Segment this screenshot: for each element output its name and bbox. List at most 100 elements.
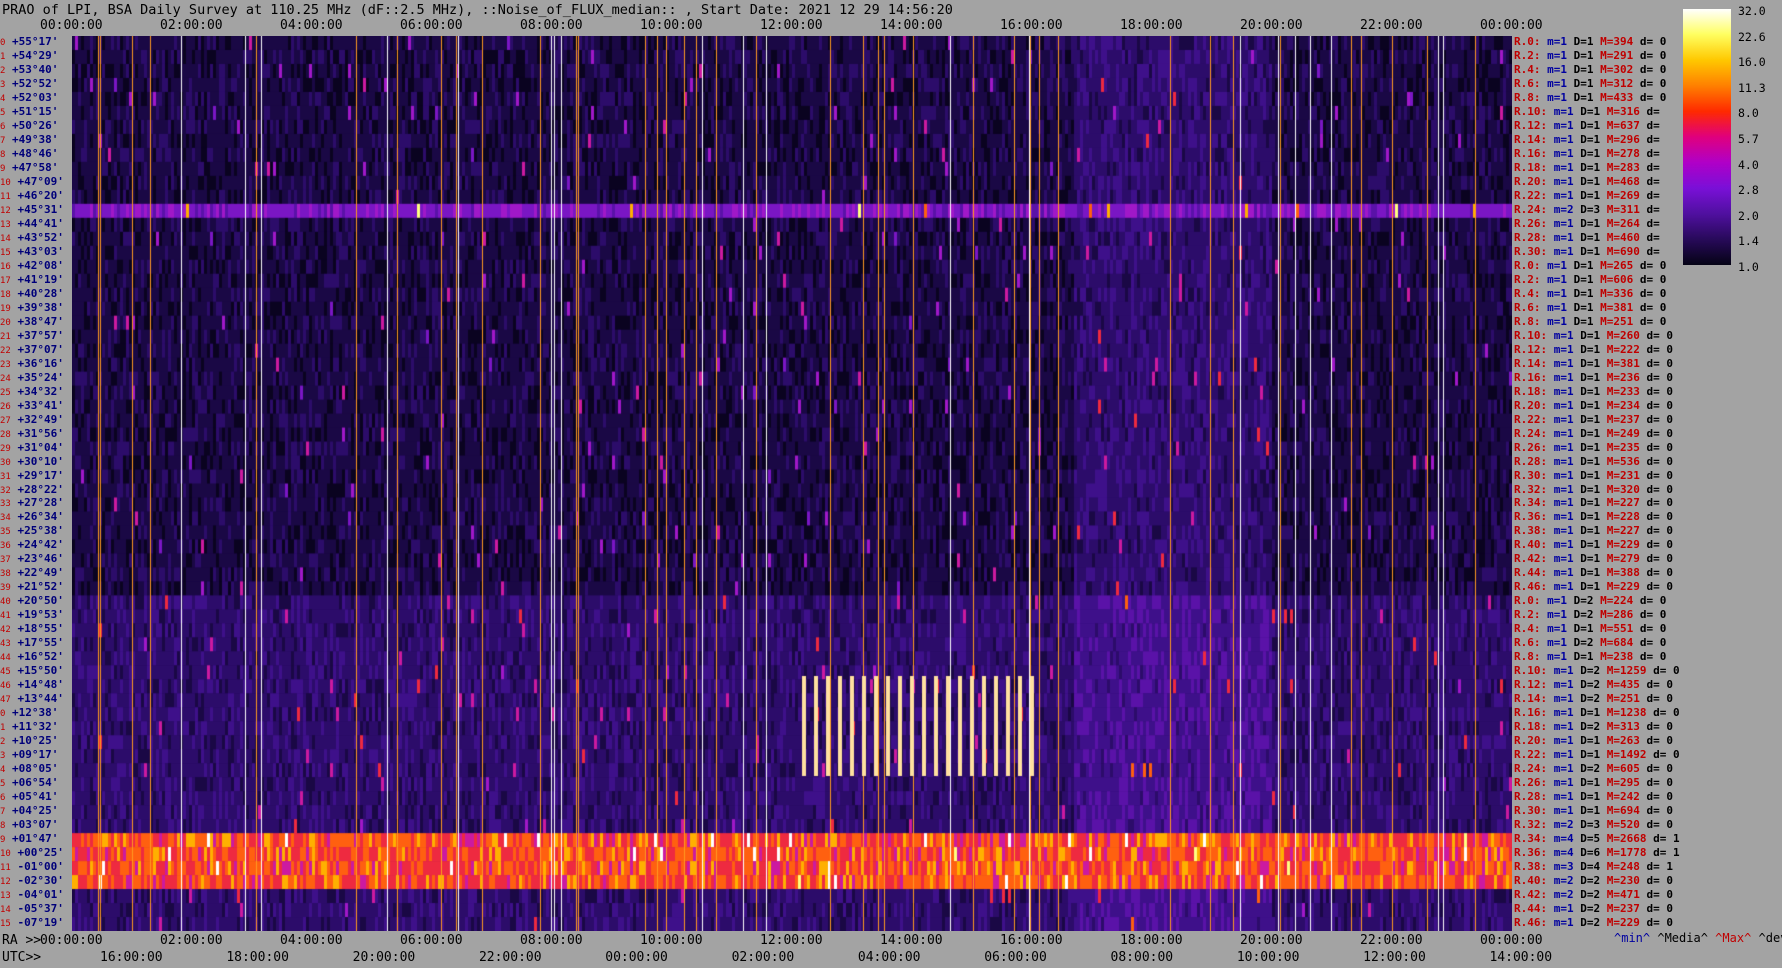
stats-max: M=302: [1593, 62, 1634, 76]
y-label-text: +45°31': [10, 202, 64, 216]
stats-dev: d= 0: [1639, 804, 1673, 818]
x-utc-tick-7: 06:00:00: [984, 950, 1047, 965]
x-ra-tick-10: 20:00:00: [1240, 933, 1303, 948]
y-label-text: +11°32': [5, 720, 59, 734]
stats-max: M=313: [1600, 720, 1640, 734]
stats-dev: d=: [1639, 244, 1660, 258]
x-ra-tick-6: 12:00:00: [760, 933, 823, 948]
y-label-25: 25 +34°32': [0, 385, 70, 399]
y-label-11: 11 +46°20': [0, 189, 70, 203]
stats-d-upper: D=2: [1573, 678, 1601, 692]
y-label-text: +37°07': [10, 342, 64, 356]
stats-min: m=1: [1540, 622, 1567, 636]
y-row-index: 10: [0, 849, 11, 860]
stats-min: m=1: [1547, 118, 1574, 132]
stats-dev: d= 0: [1633, 608, 1667, 622]
stats-dev: d= 1: [1646, 846, 1680, 860]
stats-min: m=1: [1547, 146, 1574, 160]
y-label-10: 10 +47°09': [0, 175, 70, 189]
y-label-15: 15 +43°03': [0, 245, 70, 259]
stats-row: R.46: m=1 D=2 M=229 d= 0: [1514, 916, 1673, 930]
stats-ra: R.30:: [1514, 804, 1548, 818]
stats-dev: d= 0: [1639, 818, 1673, 832]
stats-d-upper: D=1: [1567, 35, 1594, 48]
colorbar-tick-3: 11.3: [1738, 80, 1766, 95]
x-top-tick-10: 20:00:00: [1240, 18, 1303, 33]
stats-row: R.30: m=1 D=1 M=231 d= 0: [1514, 469, 1673, 483]
stats-row: R.38: m=3 D=4 M=248 d= 1: [1514, 860, 1673, 874]
y-label-19: 19 +39°38': [0, 301, 70, 315]
y-label-text: +55°17': [5, 35, 59, 48]
stats-dev: d= 0: [1639, 888, 1673, 902]
y-row-index: 39: [0, 583, 11, 594]
stats-ra: R.12:: [1514, 678, 1548, 692]
y-label-0: 0 +55°17': [0, 35, 70, 49]
y-label-text: +50°26': [5, 118, 59, 132]
stats-row: R.4: m=1 D=1 M=551 d= 0: [1514, 622, 1666, 636]
stats-max: M=237: [1600, 412, 1640, 426]
stats-max: M=233: [1600, 384, 1640, 398]
stats-min: m=1: [1547, 370, 1574, 384]
stats-dev: d= 0: [1639, 734, 1673, 748]
stats-row: R.34: m=4 D=5 M=2668 d= 1: [1514, 832, 1680, 846]
stats-ra: R.38:: [1514, 524, 1548, 538]
stats-row: R.32: m=1 D=1 M=320 d= 0: [1514, 483, 1673, 497]
stats-max: M=295: [1600, 776, 1640, 790]
stats-ra: R.26:: [1514, 216, 1548, 230]
stats-row: R.28: m=1 D=1 M=242 d= 0: [1514, 790, 1673, 804]
y-label-1: 1 +54°29': [0, 49, 70, 63]
stats-ra: R.30:: [1514, 244, 1548, 258]
stats-row: R.28: m=1 D=1 M=460 d=: [1514, 231, 1660, 245]
y-label-55: 7 +04°25': [0, 804, 70, 818]
x-ra-tick-0: 00:00:00: [40, 933, 103, 948]
stats-row: R.16: m=1 D=1 M=278 d=: [1514, 147, 1660, 161]
y-label-text: +53°40': [5, 62, 59, 76]
y-row-index: 15: [0, 247, 11, 258]
colorbar-tick-4: 8.0: [1738, 106, 1759, 121]
stats-min: m=1: [1547, 356, 1574, 370]
y-row-index: 18: [0, 289, 11, 300]
stats-max: M=251: [1600, 692, 1640, 706]
y-label-20: 20 +38°47': [0, 315, 70, 329]
stats-min: m=1: [1547, 412, 1574, 426]
y-label-7: 7 +49°38': [0, 133, 70, 147]
y-label-56: 8 +03°07': [0, 818, 70, 832]
y-label-50: 2 +10°25': [0, 734, 70, 748]
x-top-tick-1: 02:00:00: [160, 18, 223, 33]
stats-ra: R.0:: [1514, 35, 1541, 48]
stats-d-upper: D=5: [1573, 832, 1601, 846]
stats-min: m=1: [1547, 692, 1574, 706]
stats-max: M=468: [1600, 174, 1640, 188]
stats-dev: d=: [1639, 216, 1660, 230]
stats-row: R.18: m=1 D=1 M=233 d= 0: [1514, 385, 1673, 399]
y-label-text: +00°25': [10, 846, 64, 860]
y-label-41: 41 +19°53': [0, 608, 70, 622]
stats-dev: d=: [1639, 104, 1660, 118]
y-label-text: +31°56': [10, 426, 64, 440]
stats-min: m=1: [1547, 580, 1574, 594]
stats-row: R.8: m=1 D=1 M=251 d= 0: [1514, 315, 1666, 329]
y-row-index: 32: [0, 485, 11, 496]
y-label-text: +43°52': [10, 230, 64, 244]
y-row-index: 15: [0, 919, 11, 930]
stats-max: M=248: [1600, 860, 1640, 874]
y-label-2: 2 +53°40': [0, 63, 70, 77]
stats-dev: d= 0: [1639, 790, 1673, 804]
stats-max: M=605: [1600, 762, 1640, 776]
stats-ra: R.12:: [1514, 342, 1548, 356]
stats-ra: R.0:: [1514, 258, 1541, 272]
y-label-text: +14°48': [10, 678, 64, 692]
stats-max: M=229: [1600, 916, 1640, 930]
stats-d-upper: D=2: [1573, 720, 1601, 734]
legend-min: ^min^: [1614, 931, 1651, 945]
y-label-27: 27 +32°49': [0, 413, 70, 427]
stats-row: R.6: m=1 D=1 M=381 d= 0: [1514, 301, 1666, 315]
chart-title: PRAO of LPI, BSA Daily Survey at 110.25 …: [2, 2, 953, 18]
y-label-6: 6 +50°26': [0, 119, 70, 133]
stats-dev: d= 0: [1639, 370, 1673, 384]
stats-row: R.40: m=2 D=2 M=230 d= 0: [1514, 874, 1673, 888]
stats-min: m=1: [1547, 678, 1574, 692]
stats-row: R.2: m=1 D=1 M=606 d= 0: [1514, 273, 1666, 287]
stats-min: m=1: [1547, 916, 1574, 930]
stats-max: M=269: [1600, 188, 1640, 202]
